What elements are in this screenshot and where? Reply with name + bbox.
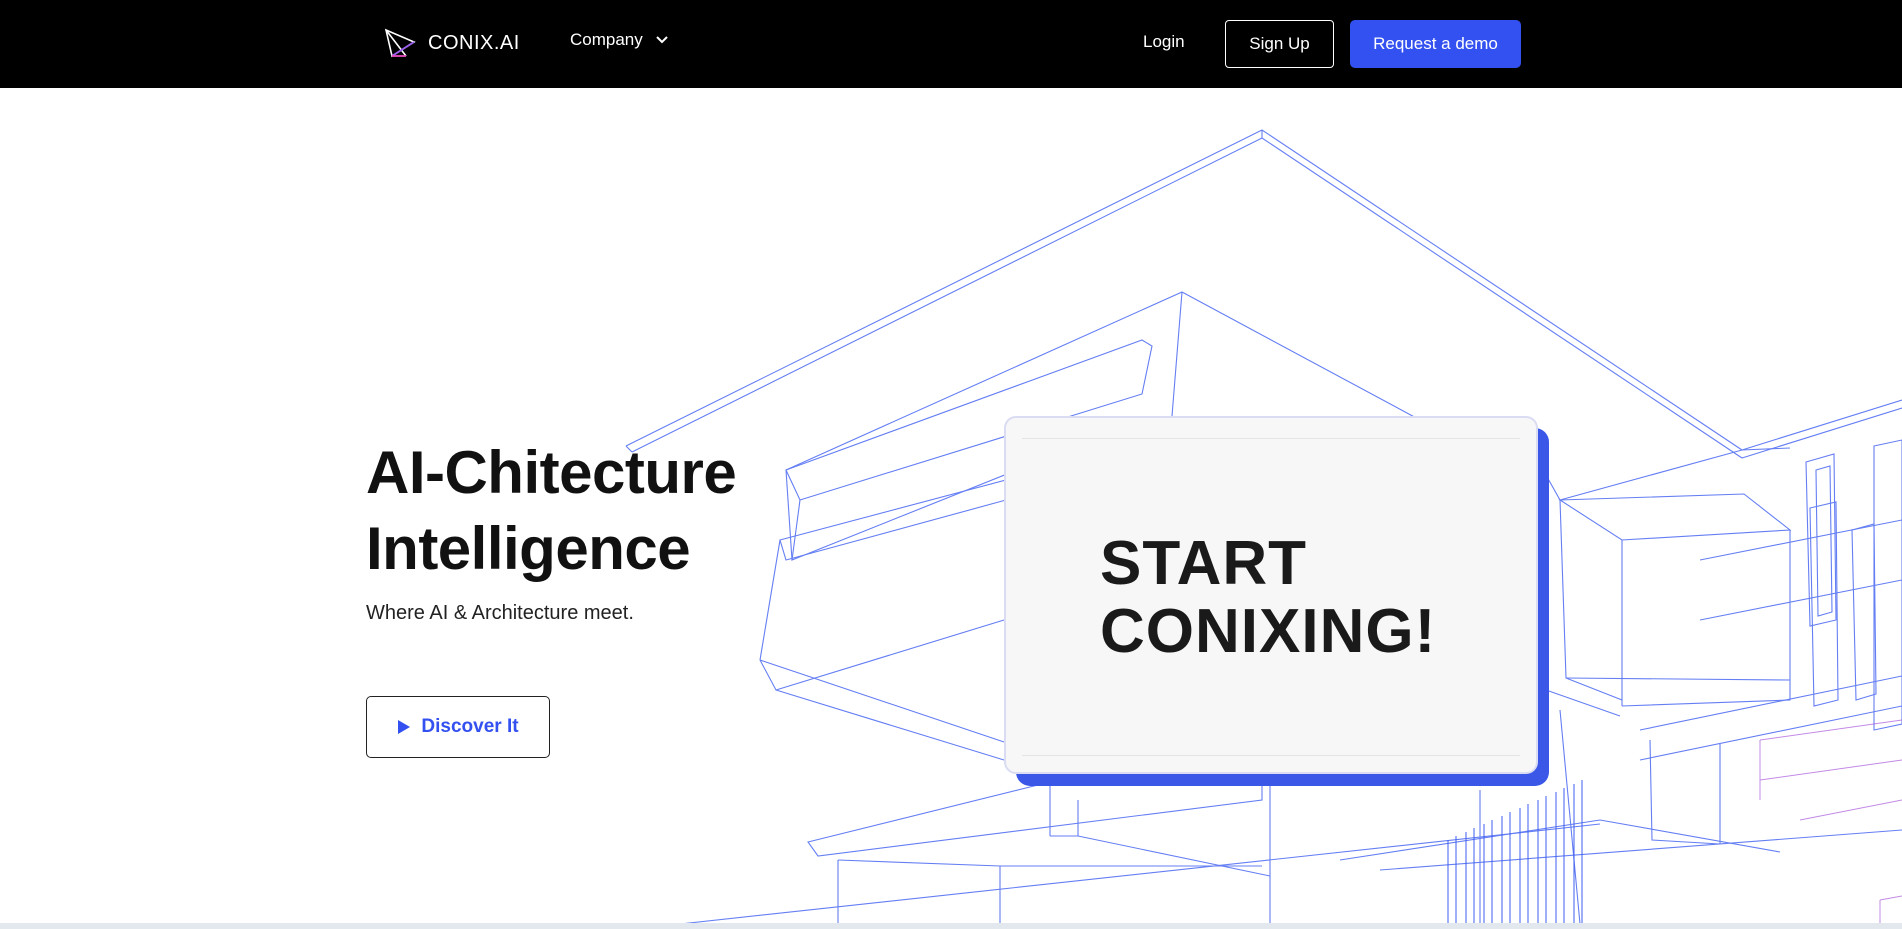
card-heading-line2: CONIXING! <box>1100 597 1437 666</box>
chevron-down-icon <box>656 36 668 44</box>
discover-it-button[interactable]: Discover It <box>366 696 550 758</box>
hero-title-line2: Intelligence <box>366 515 691 582</box>
architecture-wireframe-illustration <box>625 129 1902 924</box>
company-dropdown[interactable]: Company <box>570 30 669 50</box>
hero-subtitle: Where AI & Architecture meet. <box>366 602 634 624</box>
card-heading-line1: START <box>1100 529 1308 598</box>
hero-title-line1: AI-Chitecture <box>366 439 737 506</box>
logo-text: CONIX.AI <box>428 31 520 54</box>
card-heading: START CONIXING! <box>1100 530 1436 666</box>
discover-label: Discover It <box>421 716 519 737</box>
request-demo-button[interactable]: Request a demo <box>1350 20 1521 68</box>
top-navbar: CONIX.AI Company Login Sign Up Request a… <box>0 0 1902 88</box>
company-label: Company <box>570 30 643 49</box>
login-link[interactable]: Login <box>1143 32 1185 52</box>
play-icon <box>398 720 411 734</box>
sign-up-button[interactable]: Sign Up <box>1225 20 1334 68</box>
horizontal-scrollbar[interactable] <box>0 923 1902 929</box>
start-conixing-card[interactable]: START CONIXING! <box>1004 416 1538 774</box>
home-logo-link[interactable]: CONIX.AI <box>382 26 520 60</box>
hero-title: AI-Chitecture Intelligence <box>366 435 737 587</box>
conix-logo-icon <box>384 28 416 58</box>
